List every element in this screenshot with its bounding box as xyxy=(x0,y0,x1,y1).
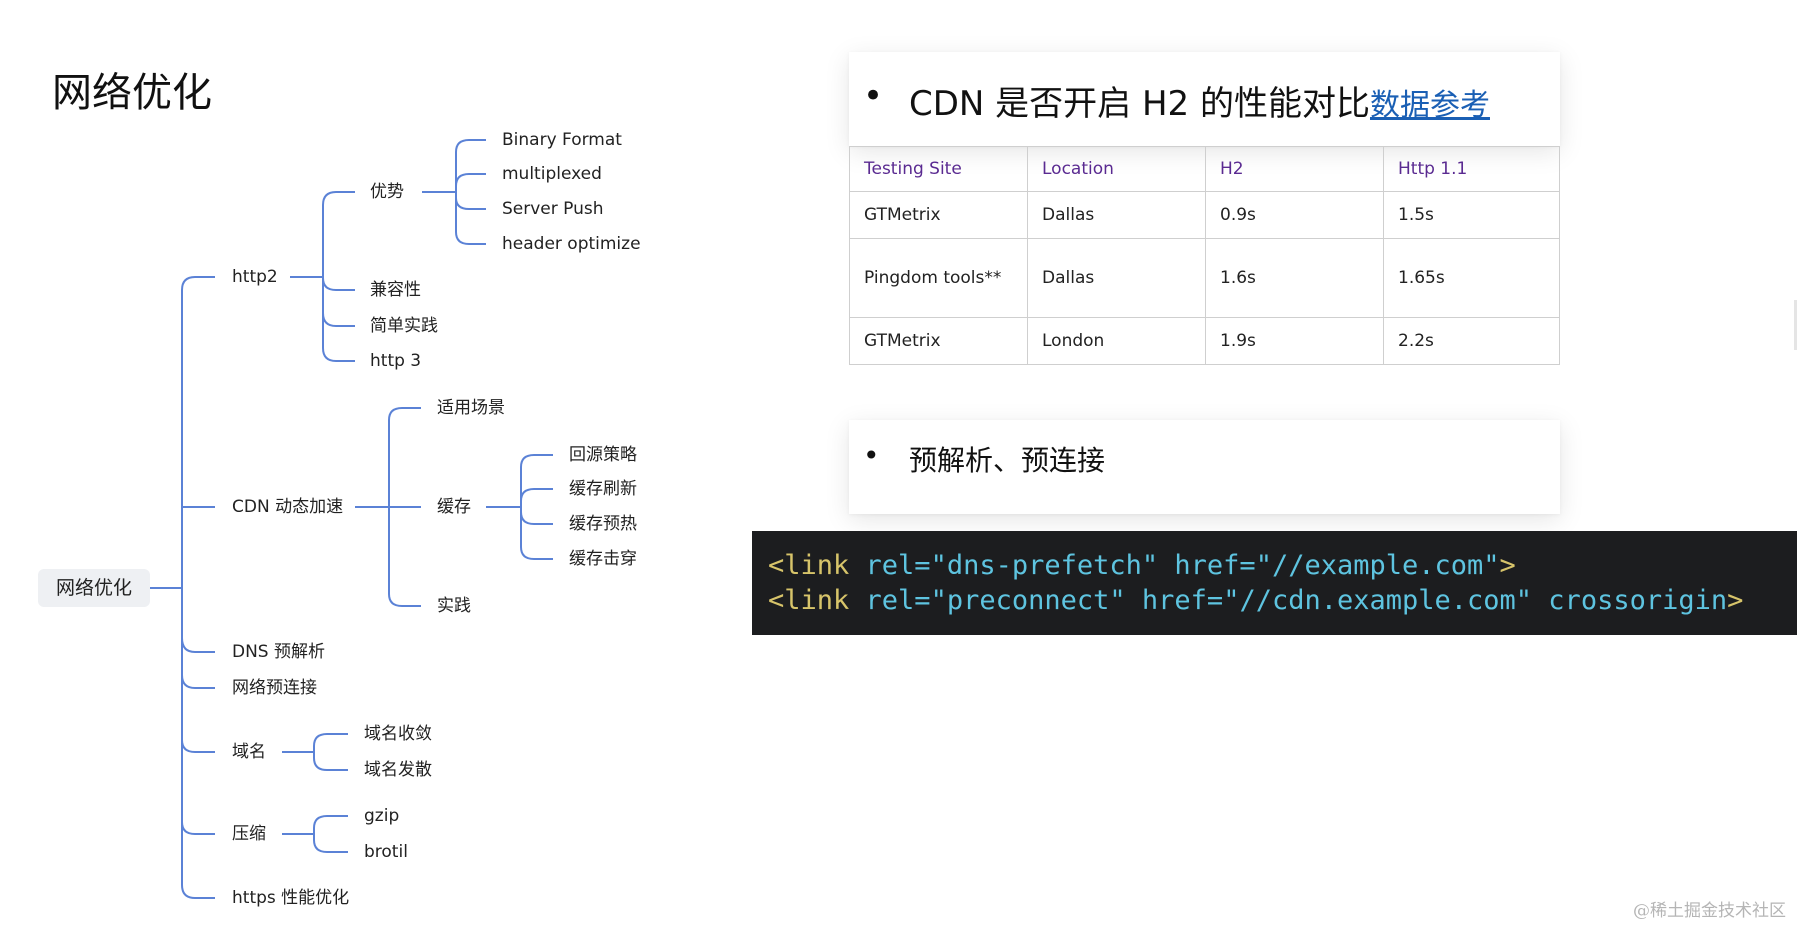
table-cell: Dallas xyxy=(1027,191,1206,239)
table-header-cell: Location xyxy=(1027,146,1206,192)
code-block[interactable]: <link rel="dns-prefetch" href="//example… xyxy=(752,531,1797,635)
branch-domain xyxy=(181,739,215,753)
data-reference-link[interactable]: 数据参考 xyxy=(1370,88,1490,123)
node-gzip[interactable]: gzip xyxy=(364,806,399,826)
code-tag-close: > xyxy=(1727,585,1744,616)
node-domain-shard[interactable]: 域名发散 xyxy=(364,760,432,780)
code-attr: rel= xyxy=(849,585,931,616)
main-spine xyxy=(181,276,215,588)
node-http2[interactable]: http2 xyxy=(232,267,278,287)
table-row: GTMetrix Dallas 0.9s 1.5s xyxy=(849,191,1560,239)
table-cell: GTMetrix xyxy=(849,191,1028,239)
mindmap-connectors xyxy=(150,139,553,899)
node-compatibility[interactable]: 兼容性 xyxy=(370,280,421,300)
cache-mid2 xyxy=(520,511,553,525)
table-header-cell: H2 xyxy=(1205,146,1384,192)
table-cell: London xyxy=(1027,317,1206,365)
table-cell: 0.9s xyxy=(1205,191,1384,239)
node-https-perf[interactable]: https 性能优化 xyxy=(232,888,349,908)
node-dns-prefetch[interactable]: DNS 预解析 xyxy=(232,642,325,662)
main-spine-lower xyxy=(181,588,215,899)
node-advantages[interactable]: 优势 xyxy=(370,182,404,202)
preresolve-card-heading: 预解析、预连接 xyxy=(909,444,1106,477)
table-cell: 1.6s xyxy=(1205,238,1384,318)
table-cell: 1.5s xyxy=(1383,191,1560,239)
table-cell: Pingdom tools** xyxy=(849,238,1028,318)
table-cell: GTMetrix xyxy=(849,317,1028,365)
table-row: Pingdom tools** Dallas 1.6s 1.65s xyxy=(849,238,1560,318)
cdn-card-heading-text: CDN 是否开启 H2 的性能对比 xyxy=(909,84,1370,124)
cache-spine-lower xyxy=(520,507,553,560)
code-tag-close: > xyxy=(1499,550,1516,581)
cdn-comparison-card: • CDN 是否开启 H2 的性能对比数据参考 xyxy=(849,52,1560,146)
compress-spine-lower xyxy=(313,834,348,853)
footer-credit: @稀土掘金技术社区 xyxy=(1633,901,1786,921)
code-tag-open: <link xyxy=(768,550,850,581)
table-cell: 2.2s xyxy=(1383,317,1560,365)
node-http3[interactable]: http 3 xyxy=(370,351,421,371)
node-network-preconnect[interactable]: 网络预连接 xyxy=(232,678,317,698)
table-cell: 1.65s xyxy=(1383,238,1560,318)
node-cdn-acceleration[interactable]: CDN 动态加速 xyxy=(232,497,343,517)
node-server-push[interactable]: Server Push xyxy=(502,199,604,219)
node-cache-warmup[interactable]: 缓存预热 xyxy=(569,514,637,534)
table-cell: Dallas xyxy=(1027,238,1206,318)
node-cache[interactable]: 缓存 xyxy=(437,497,471,517)
code-string: "dns-prefetch" xyxy=(930,550,1159,581)
domain-spine-lower xyxy=(313,752,348,771)
branch-dns xyxy=(181,637,215,653)
code-string: "preconnect" xyxy=(930,585,1126,616)
adv-spine xyxy=(455,139,486,192)
code-attr: rel= xyxy=(849,550,931,581)
preresolve-card: • 预解析、预连接 xyxy=(849,420,1560,514)
node-brotil[interactable]: brotil xyxy=(364,842,408,862)
code-string: "//cdn.example.com" xyxy=(1223,585,1533,616)
http2-practice xyxy=(322,312,355,327)
compress-spine xyxy=(313,815,348,834)
node-cdn-practice[interactable]: 实践 xyxy=(437,596,471,616)
bullet-icon: • xyxy=(863,76,884,116)
cdn-spine xyxy=(388,407,421,507)
cache-spine xyxy=(520,454,553,507)
cdn-spine-lower xyxy=(388,507,421,607)
branch-compress xyxy=(181,821,215,835)
table-header-cell: Testing Site xyxy=(849,146,1028,192)
adv-mid2 xyxy=(455,197,486,210)
node-cache-refresh[interactable]: 缓存刷新 xyxy=(569,479,637,499)
node-use-cases[interactable]: 适用场景 xyxy=(437,398,505,418)
node-cache-breakdown[interactable]: 缓存击穿 xyxy=(569,549,637,569)
table-header-row: Testing Site Location H2 Http 1.1 xyxy=(849,146,1560,192)
code-line-preconnect: <link rel="preconnect" href="//cdn.examp… xyxy=(768,583,1743,618)
node-compression[interactable]: 压缩 xyxy=(232,824,266,844)
code-line-dns-prefetch: <link rel="dns-prefetch" href="//example… xyxy=(768,548,1516,583)
code-string: "//example.com" xyxy=(1255,550,1500,581)
cdn-card-heading: CDN 是否开启 H2 的性能对比数据参考 xyxy=(909,76,1490,125)
h2-performance-table: Testing Site Location H2 Http 1.1 GTMetr… xyxy=(849,146,1560,365)
code-tag-open: <link xyxy=(768,585,850,616)
http2-compat xyxy=(322,277,355,291)
table-row: GTMetrix London 1.9s 2.2s xyxy=(849,317,1560,365)
node-multiplexed[interactable]: multiplexed xyxy=(502,164,602,184)
adv-mid1 xyxy=(455,173,486,192)
code-attr: crossorigin xyxy=(1532,585,1728,616)
code-attr: href= xyxy=(1125,585,1224,616)
http2-spine xyxy=(322,191,355,277)
mindmap-root[interactable]: 网络优化 xyxy=(38,569,150,607)
node-domain[interactable]: 域名 xyxy=(232,742,266,762)
table-header-cell: Http 1.1 xyxy=(1383,146,1560,192)
cache-mid1 xyxy=(520,488,553,507)
node-binary-format[interactable]: Binary Format xyxy=(502,130,622,150)
branch-preconnect xyxy=(181,674,215,689)
node-header-optimize[interactable]: header optimize xyxy=(502,234,641,254)
adv-spine-lower xyxy=(455,192,486,245)
code-attr: href= xyxy=(1158,550,1256,581)
node-domain-converge[interactable]: 域名收敛 xyxy=(364,724,432,744)
table-cell: 1.9s xyxy=(1205,317,1384,365)
bullet-icon: • xyxy=(863,439,880,472)
node-simple-practice[interactable]: 简单实践 xyxy=(370,316,438,336)
node-origin-strategy[interactable]: 回源策略 xyxy=(569,445,637,465)
domain-spine xyxy=(313,733,348,752)
